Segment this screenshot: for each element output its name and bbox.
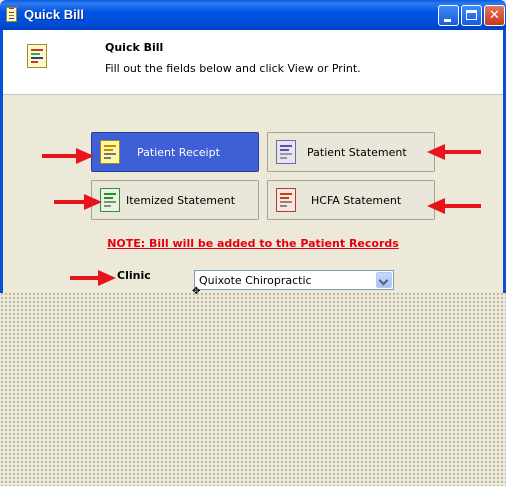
maximize-button[interactable] — [461, 5, 482, 26]
receipt-document-icon — [100, 140, 120, 164]
patient-records-note: NOTE: Bill will be added to the Patient … — [107, 237, 399, 250]
annotation-arrow-right-icon — [70, 270, 116, 286]
minimize-button[interactable] — [438, 5, 459, 26]
header-title: Quick Bill — [105, 41, 164, 54]
clinic-select-value: Quixote Chiropractic — [199, 274, 312, 287]
annotation-arrow-left-icon — [427, 198, 481, 214]
patient-receipt-button[interactable]: Patient Receipt — [91, 132, 259, 172]
annotation-arrow-right-icon — [42, 148, 94, 164]
window-title: Quick Bill — [24, 7, 84, 22]
annotation-arrow-right-icon — [54, 194, 102, 210]
statement-document-icon — [276, 140, 296, 164]
hcfa-document-icon — [276, 188, 296, 212]
clinic-select[interactable]: Quixote Chiropractic — [194, 270, 394, 290]
close-button[interactable]: ✕ — [484, 5, 505, 26]
maximize-icon — [466, 10, 477, 20]
close-icon: ✕ — [489, 8, 500, 23]
patient-receipt-label: Patient Receipt — [137, 146, 220, 159]
patient-statement-label: Patient Statement — [307, 146, 407, 159]
patient-statement-button[interactable]: Patient Statement — [267, 132, 435, 172]
clinic-label: Clinic — [117, 269, 151, 282]
app-document-icon — [6, 7, 17, 22]
itemized-statement-label: Itemized Statement — [126, 194, 236, 207]
hcfa-statement-button[interactable]: HCFA Statement — [267, 180, 435, 220]
annotation-arrow-left-icon — [427, 144, 481, 160]
chevron-down-icon[interactable] — [376, 272, 392, 288]
hcfa-statement-label: HCFA Statement — [311, 194, 402, 207]
move-cursor-icon: ✥ — [192, 286, 201, 297]
dialog-header: Quick Bill Fill out the fields below and… — [3, 30, 503, 95]
header-subtitle: Fill out the fields below and click View… — [105, 62, 361, 75]
title-bar[interactable]: Quick Bill ✕ — [0, 0, 506, 30]
bill-document-icon — [27, 44, 47, 68]
itemized-statement-button[interactable]: Itemized Statement — [91, 180, 259, 220]
minimize-icon — [444, 19, 451, 22]
